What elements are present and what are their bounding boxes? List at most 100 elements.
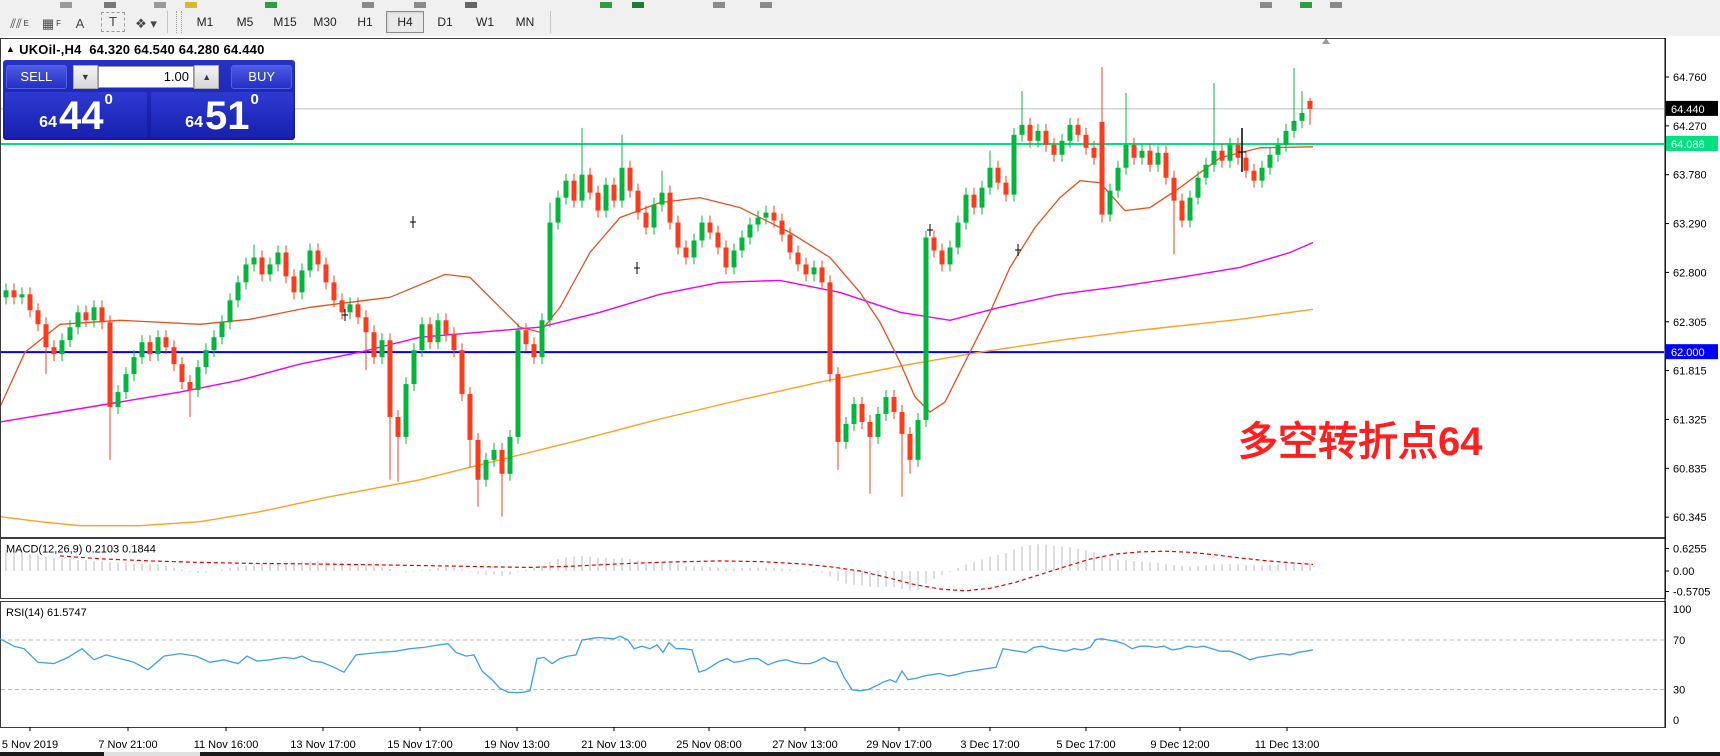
grid-tool-icon[interactable]: ▦ F — [33, 10, 63, 34]
timeframe-button-h4[interactable]: H4 — [386, 11, 424, 33]
candle-body — [163, 337, 169, 348]
toolbar-separator — [167, 11, 168, 33]
rsi-axis-label: 30 — [1673, 685, 1685, 697]
candle-body — [915, 419, 921, 460]
candle-body — [539, 320, 545, 358]
candle-body — [1171, 177, 1177, 201]
candle-body — [1219, 150, 1225, 161]
candle-body — [355, 304, 361, 318]
text-label-tool-icon[interactable]: A — [65, 10, 95, 34]
candle-body — [1003, 182, 1009, 195]
candle-body — [611, 184, 617, 201]
candle-body — [1043, 130, 1049, 145]
price-axis-label: 64.760 — [1673, 72, 1707, 84]
candle-body — [1131, 144, 1137, 158]
time-axis-label: 19 Nov 13:00 — [484, 739, 549, 751]
price-axis-label: 63.290 — [1673, 219, 1707, 231]
shapes-tool-icon[interactable]: ❖ ▾ — [131, 10, 161, 34]
candle-body — [1243, 157, 1249, 171]
timeframe-button-m5[interactable]: M5 — [226, 11, 264, 33]
time-axis-label: 5 Dec 17:00 — [1056, 739, 1115, 751]
candle-body — [147, 342, 153, 355]
candle-body — [707, 222, 713, 233]
time-axis-label: 11 Dec 13:00 — [1255, 739, 1320, 751]
candle-body — [907, 433, 913, 460]
candle-body — [891, 397, 897, 412]
text-box-tool-icon[interactable]: T — [101, 12, 125, 32]
candle-body — [155, 337, 161, 355]
candle-body — [963, 194, 969, 223]
candle-body — [443, 320, 449, 335]
timeframe-buttons-group: M1 M5 M15 M30 H1 H4 D1 W1 MN — [185, 11, 545, 33]
candle-body — [499, 449, 505, 474]
candle-body — [323, 264, 329, 283]
candle-body — [51, 347, 57, 355]
candle-body — [35, 310, 41, 325]
collapse-icon[interactable]: ▲ — [6, 44, 15, 54]
price-axis-label: 64.270 — [1673, 121, 1707, 133]
candle-body — [883, 397, 889, 414]
candle-body — [283, 252, 289, 277]
bottom-strip-dark — [200, 752, 1720, 756]
timeframe-button-mn[interactable]: MN — [506, 11, 544, 33]
candle-body — [251, 257, 257, 265]
candle-body — [811, 267, 817, 275]
candle-body — [99, 307, 105, 323]
volume-increase-button[interactable]: ▲ — [194, 64, 220, 89]
candle-body — [1027, 124, 1033, 141]
candle-body — [235, 282, 241, 301]
candle-body — [771, 212, 777, 221]
candle-body — [83, 312, 89, 321]
candle-body — [491, 449, 497, 460]
price-axis-label: 63.780 — [1673, 170, 1707, 182]
timeframe-button-w1[interactable]: W1 — [466, 11, 504, 33]
candle-body — [1115, 167, 1121, 191]
toolbar-grip — [176, 11, 182, 33]
rsi-axis-label: 0 — [1673, 715, 1679, 727]
candle-body — [171, 347, 177, 365]
candle-body — [691, 240, 697, 258]
crosshatch-tool-icon[interactable]: ⫽⫽ E — [1, 10, 31, 34]
candle-body — [435, 320, 441, 343]
price-axis-label: 60.345 — [1673, 512, 1707, 524]
candle-body — [131, 357, 137, 375]
candle-body — [339, 300, 345, 313]
sell-price-display[interactable]: 64 44 0 — [5, 91, 147, 138]
candle-body — [859, 404, 865, 422]
buy-button[interactable]: BUY — [231, 64, 292, 89]
buy-price-display[interactable]: 64 51 0 — [151, 91, 293, 138]
candle-body — [675, 222, 681, 248]
candle-body — [1155, 152, 1161, 165]
price-badge-label: 62.000 — [1671, 347, 1705, 359]
candle-body — [219, 322, 225, 338]
sell-button[interactable]: SELL — [6, 64, 67, 89]
candle-body — [947, 247, 953, 265]
candle-body — [1011, 134, 1017, 195]
candle-body — [619, 167, 625, 201]
candle-body — [763, 212, 769, 218]
timeframe-button-d1[interactable]: D1 — [426, 11, 464, 33]
timeframe-button-m1[interactable]: M1 — [186, 11, 224, 33]
time-axis-label: 11 Nov 16:00 — [194, 739, 259, 751]
timeframe-button-h1[interactable]: H1 — [346, 11, 384, 33]
chart-canvas[interactable]: 多空转折点64 64.760 64.270 63.780 63.290 62.800 62.… — [0, 36, 1720, 756]
candle-body — [1091, 147, 1097, 158]
chart-window[interactable]: 多空转折点64 64.760 64.270 63.780 63.290 62.800 62.… — [0, 36, 1720, 756]
volume-decrease-button[interactable]: ▼ — [72, 64, 98, 89]
drawing-tools-group: ⫽⫽ E ▦ F A T ❖ ▾ — [0, 10, 162, 34]
timeframe-button-m30[interactable]: M30 — [306, 11, 344, 33]
candle-body — [67, 327, 73, 341]
time-axis-label: 27 Nov 13:00 — [772, 739, 837, 751]
sell-price-sup: 0 — [104, 91, 113, 108]
candle-body — [243, 264, 249, 283]
buy-price-prefix: 64 — [185, 114, 203, 131]
bottom-strip-dark-left — [0, 752, 104, 756]
candle-body — [507, 436, 513, 474]
candle-body — [547, 222, 553, 321]
candle-body — [3, 290, 9, 298]
timeframe-button-m15[interactable]: M15 — [266, 11, 304, 33]
price-axis-label: 61.815 — [1673, 366, 1707, 378]
candle-body — [139, 342, 145, 358]
candle-body — [1163, 152, 1169, 178]
candle-body — [515, 330, 521, 437]
